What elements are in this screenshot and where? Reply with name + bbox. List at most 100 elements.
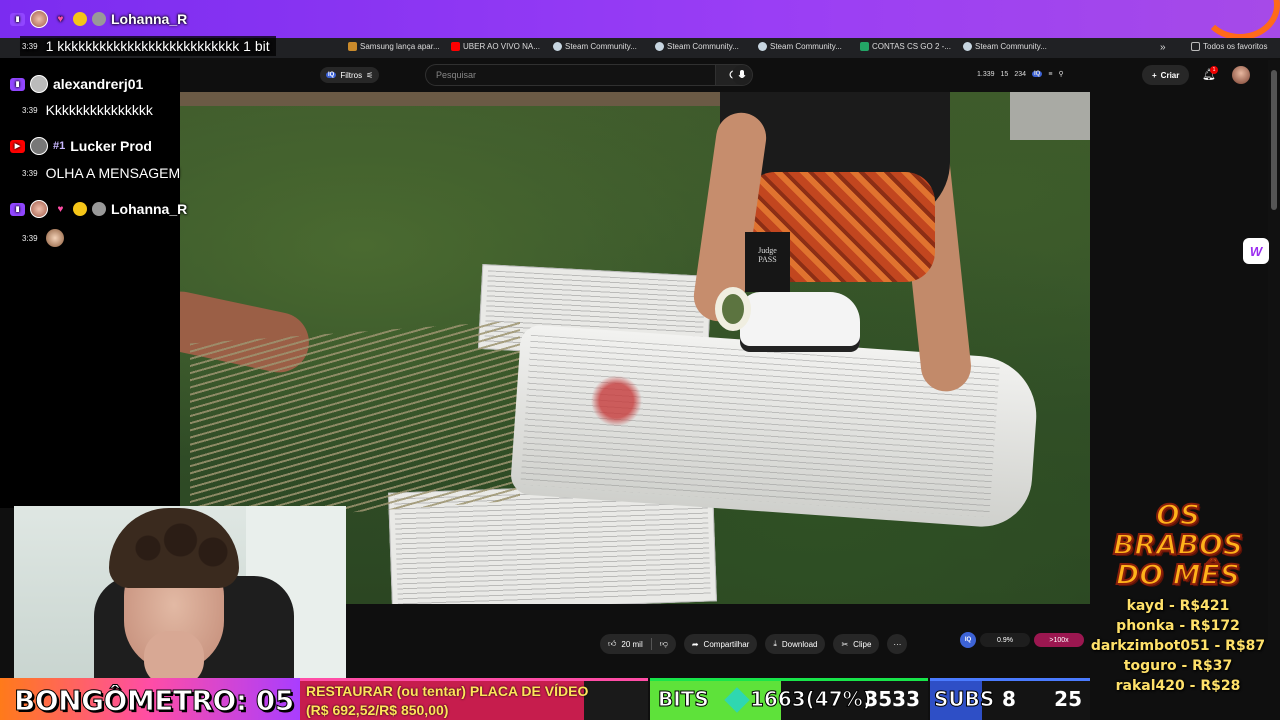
overlay-arc-decoration [1200,0,1280,40]
plus-icon: + [1152,70,1157,80]
subs-goal-value: 25 [1054,687,1082,711]
chat-username: Lucker Prod [70,138,152,154]
bookmark-item[interactable]: UBER AO VIVO NA... [451,42,540,51]
bookmark-item[interactable]: Steam Community... [963,42,1047,51]
bookmark-item[interactable]: Steam Community... [553,42,637,51]
heart-badge-icon: ♥ [57,203,64,215]
subs-current-value: 8 [1002,687,1016,711]
bookmark-icon [348,42,357,51]
steam-icon [655,42,664,51]
top-donors-panel: OS BRABOS DO MÊS kayd - R$421 phonka - R… [1088,498,1268,696]
bongometro-label: BONGÔMETRO: 05 [14,684,295,718]
emote-icon [92,12,106,26]
video-roots [190,320,520,524]
subs-label: SUBS [933,687,995,712]
steam-icon [758,42,767,51]
bookmark-item[interactable]: Samsung lança apar... [348,42,440,51]
avatar [30,200,48,218]
share-icon: ➦ [691,639,699,649]
bookmark-item[interactable]: Steam Community... [655,42,739,51]
chat-username: alexandrerj01 [53,76,144,92]
chat-header: ▮ ♥ Lohanna_R [10,200,187,218]
video-actions: 👍︎ 20 mil 👎︎ ➦ Compartilhar ⤓ Download ✂… [600,634,908,654]
like-count[interactable]: 20 mil [621,640,642,649]
voice-search-button[interactable] [732,65,752,85]
emote-icon [92,202,106,216]
video-tape-roll [715,287,751,331]
extension-icon[interactable]: IQ [960,632,976,648]
chat-username: Lohanna_R [111,201,188,217]
webcam-hair [109,508,239,588]
outlier-badge: >100x [1034,633,1084,647]
chat-message: 3:39 OLHA A MENSAGEM [22,165,181,181]
stat-value: 234 [1014,70,1027,78]
twitch-icon: ▮ [10,77,25,91]
top-donors-logo: OS BRABOS DO MÊS [1112,498,1244,591]
streamer-webcam [14,506,346,686]
notification-count-badge: 1 [1210,66,1218,74]
sliders-icon: ⚟ [366,70,374,80]
bookmark-item[interactable]: Steam Community... [758,42,842,51]
bookmarks-more-button[interactable]: » [1160,42,1166,53]
emote-icon [45,229,64,247]
rank-badge: #1 [53,140,66,152]
chat-header: ▮ alexandrerj01 [10,75,143,93]
video-sneaker [740,292,860,352]
subs-goal: SUBS 8 25 [930,678,1090,720]
youtube-icon: ▶ [10,139,25,153]
chat-message: 3:39 [22,229,64,247]
steam-icon [963,42,972,51]
share-button[interactable]: ➦ Compartilhar [683,634,758,654]
bits-goal-value: 3533 [864,687,920,711]
stat-value: 15 [1000,70,1009,78]
donor-entry: darkzimbot051 - R$87 [1090,638,1266,654]
video-ac-unit [1010,92,1090,140]
download-icon: ⤓ [773,639,777,648]
chat-username: Lohanna_R [111,11,188,27]
donation-goal-title: RESTAURAR (ou tentar) PLACA DE VÍDEO [306,683,589,699]
scissors-icon: ✂ [841,639,849,649]
page-scrollbar[interactable] [1268,60,1280,640]
thumbs-up-icon[interactable]: 👍︎ [608,639,616,649]
extension-ratio-bar: IQ 0.9% >100x [960,632,1084,648]
twitch-icon: ▮ [10,12,25,26]
chat-header: ▮ ♥ Lohanna_R [10,10,187,28]
extension-icon[interactable]: IQ [1032,71,1043,77]
create-button[interactable]: + Criar [1142,65,1190,85]
heart-badge-icon: ♥ [57,13,64,25]
bits-goal: BITS 1663(47%) 3533 [650,678,928,720]
clip-button[interactable]: ✂ Clipe [833,634,880,654]
download-button[interactable]: ⤓ Download [765,634,826,654]
search-input[interactable]: Pesquisar [425,64,715,86]
scrollbar-thumb[interactable] [1271,70,1277,210]
bookmark-item[interactable]: CONTAS CS GO 2 -... [860,42,951,51]
donation-goal: RESTAURAR (ou tentar) PLACA DE VÍDEO (R$… [300,678,648,720]
stream-bottom-bar: BONGÔMETRO: 05 RESTAURAR (ou tentar) PLA… [0,678,1280,720]
bits-label: BITS [658,687,710,712]
bongometro-panel: BONGÔMETRO: 05 [0,678,300,720]
list-icon[interactable]: ≡ [1048,71,1052,78]
like-dislike-group: 👍︎ 20 mil 👎︎ [600,634,676,654]
youtube-icon [451,42,460,51]
stat-value: 1.339 [977,70,995,78]
emote-icon [73,202,87,216]
steam-icon [553,42,562,51]
donor-entry: kayd - R$421 [1126,598,1230,614]
sheets-icon [860,42,869,51]
youtube-header: IQ Filtros ⚟ Pesquisar 1.339 15 234 IQ ≡… [180,58,1280,92]
chat-message: 3:39 Kkkkkkkkkkkkkkk [22,102,153,118]
bits-progress-value: 1663(47%) [750,687,873,712]
folder-icon [1191,42,1200,51]
thumbs-down-icon[interactable]: 👎︎ [660,639,668,649]
account-avatar[interactable] [1232,66,1250,84]
donor-entry: toguro - R$37 [1123,658,1233,674]
avatar [30,137,48,155]
emote-icon [73,12,87,26]
all-favorites-button[interactable]: Todos os favoritos [1191,42,1267,51]
more-actions-button[interactable]: ··· [887,634,908,654]
donor-entry: phonka - R$172 [1116,618,1240,634]
microphone-icon [738,69,746,78]
extension-wave-button[interactable]: W [1243,238,1269,264]
cast-icon[interactable]: ⚲ [1058,70,1063,78]
avatar [30,75,48,93]
